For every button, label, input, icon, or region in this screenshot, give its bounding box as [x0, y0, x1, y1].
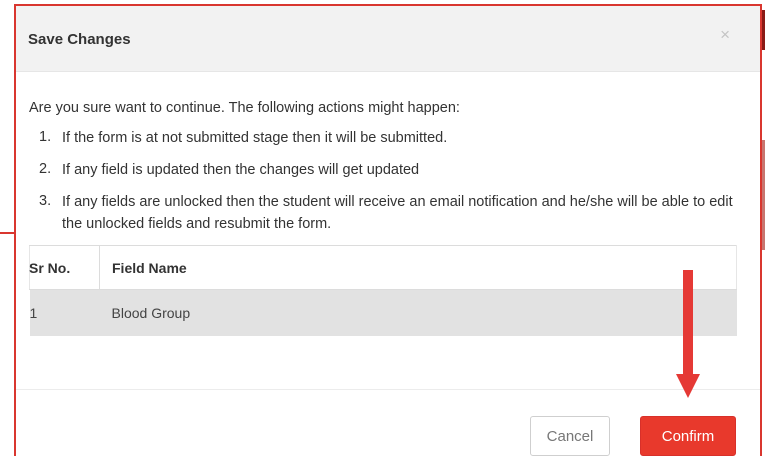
list-text: If any field is updated then the changes… — [62, 162, 420, 178]
confirm-button[interactable]: Confirm — [640, 416, 736, 456]
cancel-button[interactable]: Cancel — [530, 416, 610, 456]
list-text: If any fields are unlocked then the stud… — [62, 194, 733, 232]
list-number: 3. — [39, 193, 52, 209]
list-item: 3. If any fields are unlocked then the s… — [39, 191, 760, 235]
arrow-head — [676, 374, 700, 398]
cell-field-name: Blood Group — [99, 289, 737, 336]
table-header-row: Sr No. Field Name — [29, 245, 737, 290]
list-number: 2. — [39, 161, 52, 177]
dialog-body: Are you sure want to continue. The follo… — [16, 72, 760, 336]
cell-sr-no: 1 — [29, 289, 100, 336]
close-icon[interactable]: × — [720, 26, 730, 43]
table-row: 1 Blood Group — [29, 289, 737, 336]
changed-fields-table: Sr No. Field Name 1 Blood Group — [29, 245, 737, 336]
column-header-field-name: Field Name — [99, 245, 737, 290]
actions-list: 1. If the form is at not submitted stage… — [29, 127, 760, 235]
confirm-message: Are you sure want to continue. The follo… — [29, 100, 460, 116]
dialog-header: Save Changes × — [16, 6, 760, 72]
column-header-sr-no: Sr No. — [29, 245, 100, 290]
dialog-title: Save Changes — [28, 31, 131, 48]
list-item: 2. If any field is updated then the chan… — [39, 159, 760, 181]
list-number: 1. — [39, 129, 52, 145]
list-item: 1. If the form is at not submitted stage… — [39, 127, 760, 149]
backdrop-edge — [0, 232, 14, 234]
down-arrow-annotation — [676, 270, 700, 400]
arrow-shaft — [683, 270, 693, 378]
list-text: If the form is at not submitted stage th… — [62, 130, 448, 146]
save-changes-dialog: Save Changes × Are you sure want to cont… — [14, 4, 762, 456]
dialog-footer: Cancel Confirm — [16, 389, 760, 456]
